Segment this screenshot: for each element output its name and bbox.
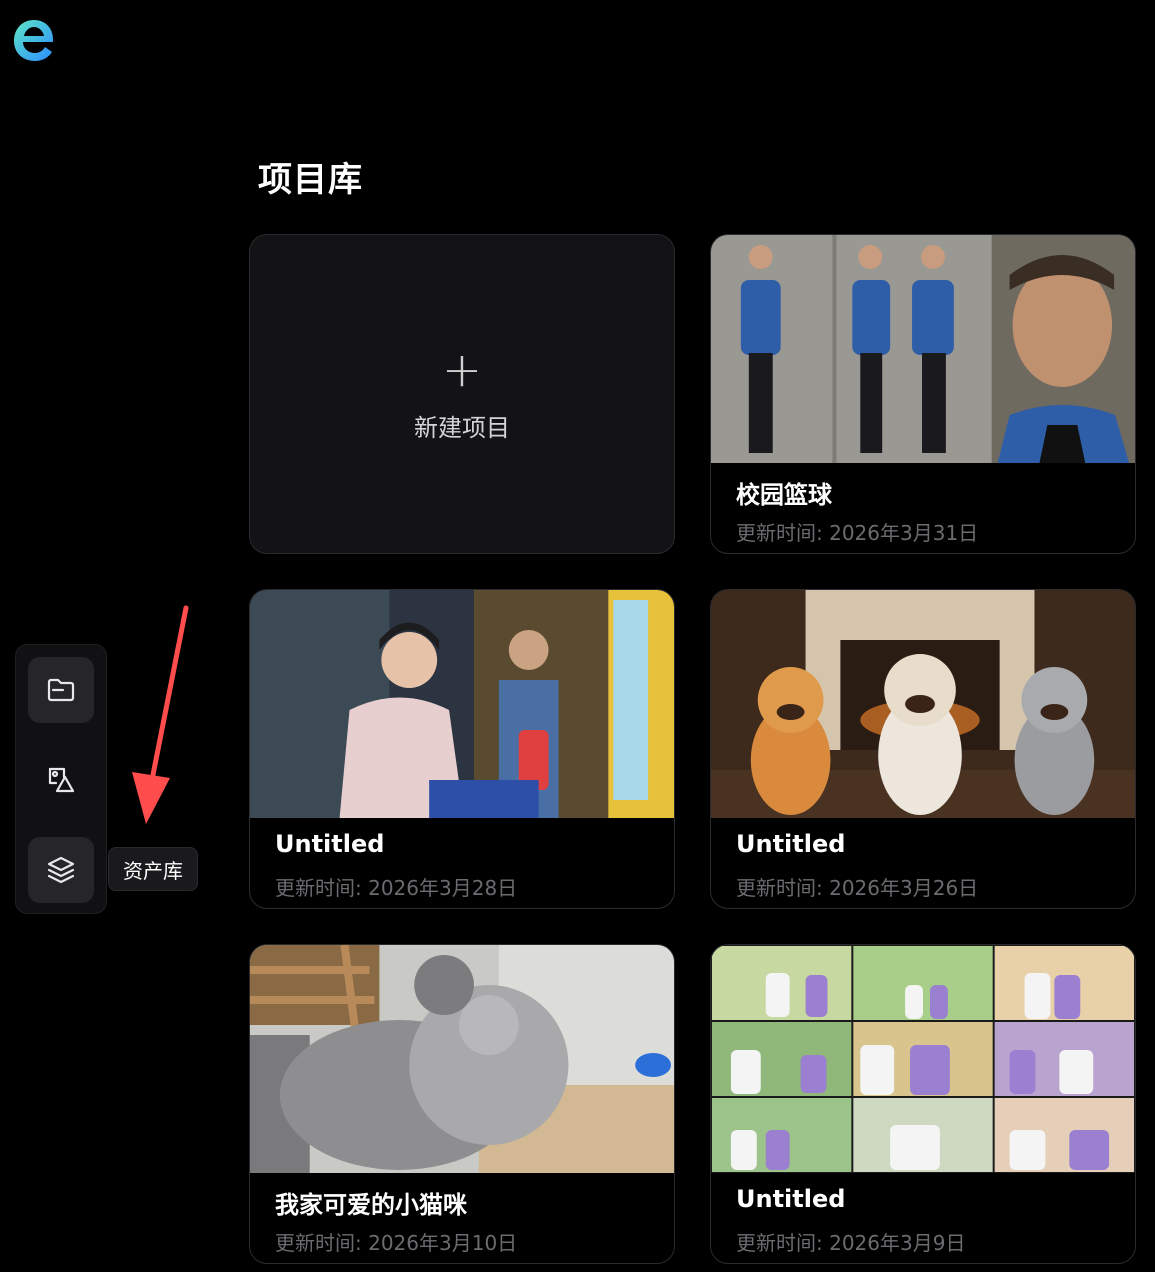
sidebar-item-projects[interactable] [28, 657, 94, 723]
project-title: 校园篮球 [736, 481, 832, 509]
tooltip-assets: 资产库 [108, 847, 198, 891]
new-project-label: 新建项目 [414, 413, 510, 442]
project-title: Untitled [736, 830, 846, 858]
new-project-card[interactable]: + 新建项目 [249, 234, 675, 554]
project-card[interactable]: Untitled 更新时间: 2026年3月28日 [249, 589, 675, 909]
app-logo[interactable] [12, 16, 56, 64]
project-thumbnail [250, 590, 674, 818]
project-date: 更新时间: 2026年3月28日 [275, 876, 518, 900]
project-title: Untitled [736, 1185, 846, 1213]
project-date: 更新时间: 2026年3月10日 [275, 1231, 518, 1255]
layers-icon [47, 856, 75, 884]
project-card[interactable]: 我家可爱的小猫咪 更新时间: 2026年3月10日 [249, 944, 675, 1264]
project-date: 更新时间: 2026年3月31日 [736, 521, 979, 545]
sidebar-item-assets[interactable] [28, 837, 94, 903]
project-card[interactable]: Untitled 更新时间: 2026年3月9日 [710, 944, 1136, 1264]
project-date: 更新时间: 2026年3月9日 [736, 1231, 966, 1255]
folder-icon [47, 678, 75, 702]
page-title: 项目库 [258, 160, 363, 200]
sidebar [15, 644, 107, 914]
plus-icon: + [441, 341, 483, 398]
project-card[interactable]: Untitled 更新时间: 2026年3月26日 [710, 589, 1136, 909]
project-thumbnail [250, 945, 674, 1173]
annotation-arrow [132, 605, 189, 824]
project-card[interactable]: 校园篮球 更新时间: 2026年3月31日 [710, 234, 1136, 554]
image-shapes-icon [48, 767, 75, 793]
project-thumbnail [711, 945, 1135, 1173]
project-date: 更新时间: 2026年3月26日 [736, 876, 979, 900]
project-thumbnail [711, 235, 1135, 463]
project-title: Untitled [275, 830, 385, 858]
project-thumbnail [711, 590, 1135, 818]
sidebar-item-images[interactable] [28, 747, 94, 813]
project-title: 我家可爱的小猫咪 [275, 1191, 467, 1219]
